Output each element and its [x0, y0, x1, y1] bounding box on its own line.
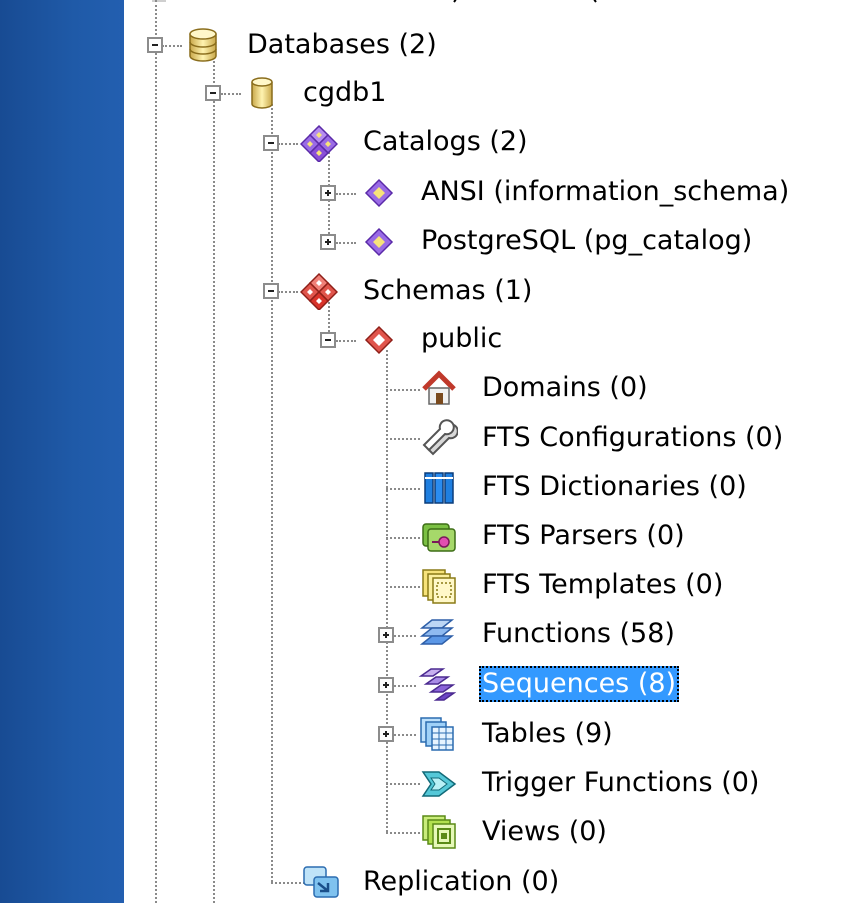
schemas-icon [300, 272, 338, 310]
tree-item-db[interactable]: cgdb1 [300, 75, 389, 111]
tree-line [386, 832, 420, 834]
expand-functions-toggle[interactable] [378, 627, 394, 643]
tree-item-catalog-postgresql[interactable]: PostgreSQL (pg_catalog) [418, 223, 755, 259]
expand-tables-toggle[interactable] [378, 726, 394, 742]
tree-line [271, 104, 273, 882]
parser-icon [420, 518, 458, 556]
tree-line [386, 438, 420, 440]
tree-line [336, 193, 356, 195]
cutoff-parent-row [152, 0, 597, 3]
catalog-diamond-icon [360, 174, 398, 212]
tree-line [386, 783, 420, 785]
tree-line [386, 389, 420, 391]
collapse-schema-public-toggle[interactable] [320, 332, 336, 348]
tree-line [386, 537, 420, 539]
tree-item-fts-dictionaries[interactable]: FTS Dictionaries (0) [479, 469, 750, 505]
object-browser-tree[interactable]: Databases (2) cgdb1 Catalogs (2) ANSI (i… [124, 0, 856, 903]
tree-line [386, 586, 420, 588]
trigger-icon [420, 764, 458, 802]
tree-item-replication[interactable]: Replication (0) [360, 864, 562, 900]
tree-line [278, 291, 298, 293]
template-icon [420, 567, 458, 605]
tree-line [155, 0, 157, 903]
tree-item-tables[interactable]: Tables (9) [479, 716, 616, 752]
tree-line [394, 734, 416, 736]
tree-line [213, 56, 215, 903]
view-icon [420, 813, 458, 851]
tree-item-schema-public[interactable]: public [418, 321, 505, 357]
tree-item-catalog-ansi[interactable]: ANSI (information_schema) [418, 174, 792, 210]
schema-diamond-icon [360, 321, 398, 359]
tree-item-schemas[interactable]: Schemas (1) [360, 273, 535, 309]
sequence-icon [418, 666, 456, 704]
tree-line [278, 143, 298, 145]
replication-icon [302, 863, 340, 901]
desktop-background [0, 0, 124, 903]
database-cylinder-icon [243, 74, 281, 112]
tree-item-catalogs[interactable]: Catalogs (2) [360, 124, 531, 160]
expand-catalog-postgresql-toggle[interactable] [320, 234, 336, 250]
database-stack-icon [184, 26, 222, 64]
tree-item-fts-configurations[interactable]: FTS Configurations (0) [479, 420, 786, 456]
tree-line [336, 242, 356, 244]
tree-item-domains[interactable]: Domains (0) [479, 370, 651, 406]
tree-item-databases[interactable]: Databases (2) [244, 27, 440, 63]
tree-line [336, 340, 356, 342]
catalogs-icon [300, 124, 338, 162]
table-icon [418, 715, 456, 753]
catalog-diamond-icon [360, 223, 398, 261]
tree-line [394, 635, 416, 637]
collapse-schemas-toggle[interactable] [263, 283, 279, 299]
tree-item-sequences[interactable]: Sequences (8) [479, 666, 680, 702]
expand-catalog-ansi-toggle[interactable] [320, 185, 336, 201]
collapse-db-toggle[interactable] [205, 85, 221, 101]
wrench-icon [420, 419, 458, 457]
collapse-catalogs-toggle[interactable] [263, 135, 279, 151]
tree-line [394, 685, 416, 687]
books-icon [420, 469, 458, 507]
tree-line [386, 350, 388, 832]
tree-line [221, 93, 241, 95]
tree-item-fts-parsers[interactable]: FTS Parsers (0) [479, 518, 688, 554]
tree-item-functions[interactable]: Functions (58) [479, 616, 678, 652]
collapse-databases-toggle[interactable] [147, 37, 163, 53]
tree-item-views[interactable]: Views (0) [479, 814, 610, 850]
house-icon [420, 369, 458, 407]
functions-icon [418, 616, 456, 654]
tree-item-trigger-functions[interactable]: Trigger Functions (0) [479, 765, 762, 801]
expand-sequences-toggle[interactable] [378, 677, 394, 693]
tree-line [386, 488, 420, 490]
tree-item-fts-templates[interactable]: FTS Templates (0) [479, 567, 726, 603]
tree-line [162, 45, 182, 47]
